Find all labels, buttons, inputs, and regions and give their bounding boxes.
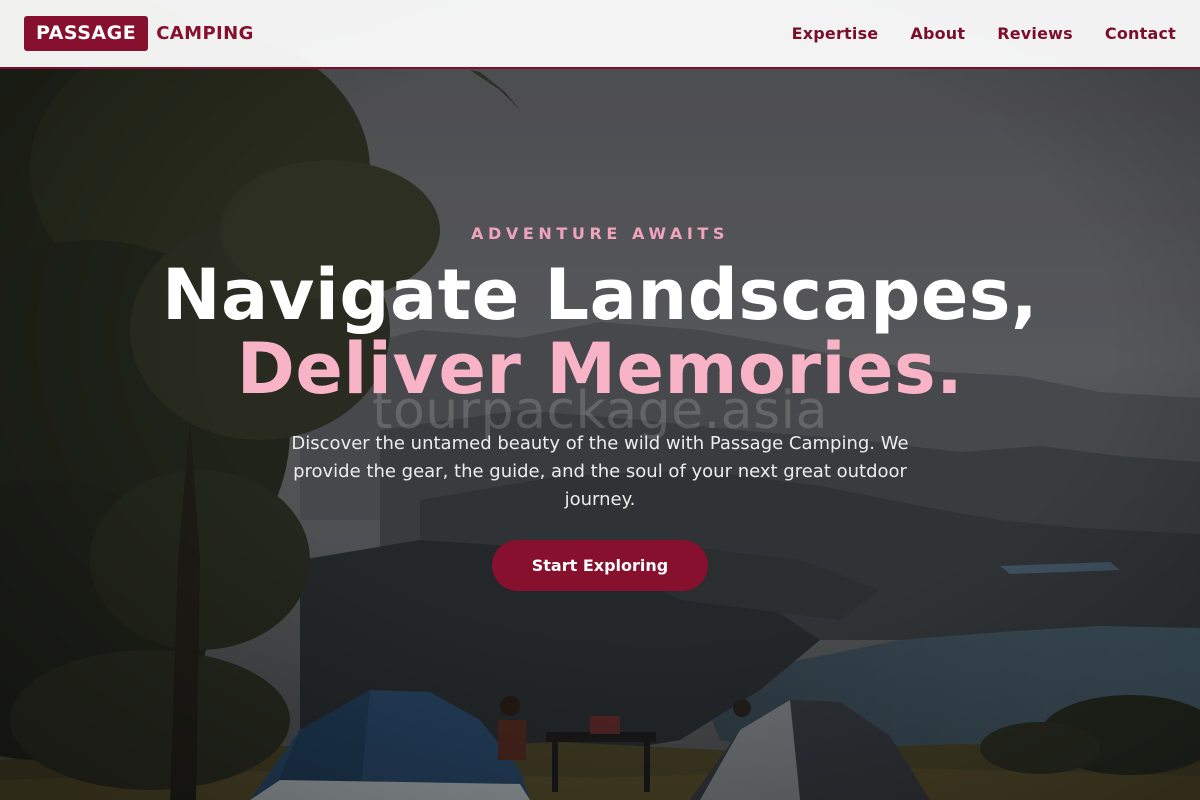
headline-line-1: Navigate Landscapes, (161, 254, 1039, 336)
hero-content: ADVENTURE AWAITS tourpackage.asia Naviga… (0, 0, 1200, 800)
headline-line-2: Deliver Memories. (236, 328, 964, 410)
nav-link-expertise[interactable]: Expertise (792, 24, 879, 43)
logo-word-text: CAMPING (156, 23, 254, 44)
site-header: PASSAGE CAMPING Expertise About Reviews … (0, 0, 1200, 69)
brand-logo[interactable]: PASSAGE CAMPING (24, 16, 254, 51)
hero-description: Discover the untamed beauty of the wild … (291, 433, 909, 510)
nav-link-about[interactable]: About (910, 24, 965, 43)
start-exploring-button[interactable]: Start Exploring (492, 540, 708, 591)
main-nav: Expertise About Reviews Contact (760, 24, 1176, 43)
hero-eyebrow: ADVENTURE AWAITS (470, 224, 730, 243)
nav-link-reviews[interactable]: Reviews (997, 24, 1073, 43)
hero-headline: Navigate Landscapes, Deliver Memories. (0, 258, 1200, 406)
nav-link-contact[interactable]: Contact (1105, 24, 1176, 43)
logo-box-text: PASSAGE (24, 16, 149, 51)
